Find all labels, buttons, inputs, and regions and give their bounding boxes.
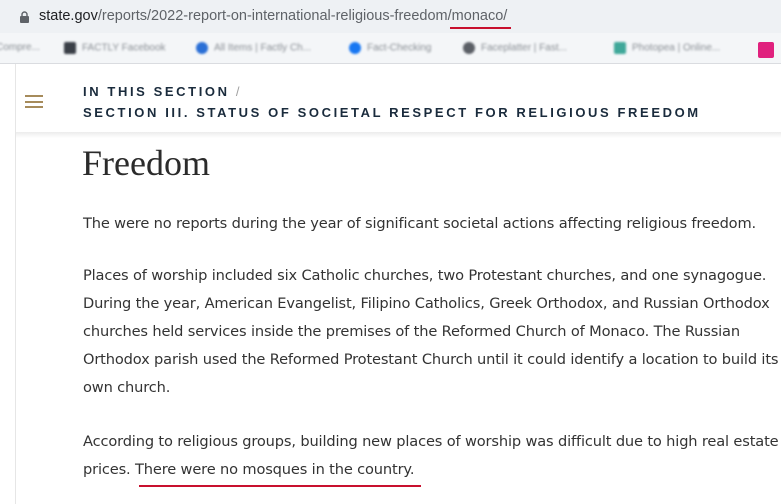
highlighted-sentence: There were no mosques in the country. (135, 461, 415, 478)
menu-icon[interactable] (25, 95, 43, 108)
url-host: state.gov (39, 8, 98, 24)
bookmark-item[interactable]: All Items | Factly Ch... (196, 42, 311, 56)
bookmark-item[interactable]: FACTLY Facebook (64, 42, 166, 56)
section-label-text: IN THIS SECTION (83, 84, 230, 99)
globe-icon (463, 42, 475, 54)
url-text[interactable]: state.gov/reports/2022-report-on-interna… (39, 8, 507, 24)
factly-icon (64, 42, 76, 54)
lock-icon (20, 11, 29, 23)
bookmark-label: Compre... (0, 42, 40, 53)
breadcrumb-separator: / (235, 84, 243, 99)
photopea-icon (614, 42, 626, 54)
bookmarks-bar: Compre... FACTLY Facebook All Items | Fa… (0, 33, 781, 64)
c-icon (196, 42, 208, 54)
paragraph-2: Places of worship included six Catholic … (83, 267, 779, 396)
address-bar[interactable]: state.gov/reports/2022-report-on-interna… (0, 0, 781, 33)
text-annotation-underline (139, 485, 421, 487)
bookmark-item[interactable]: Compre... (0, 42, 40, 56)
bookmark-label: FACTLY Facebook (82, 42, 166, 54)
section-title[interactable]: SECTION III. STATUS OF SOCIETAL RESPECT … (83, 105, 701, 120)
bookmark-label: All Items | Factly Ch... (214, 42, 312, 54)
page-heading: Freedom (82, 143, 210, 183)
bookmark-label: Faceplatter | Fast... (481, 42, 567, 54)
header-shadow (16, 132, 781, 138)
paragraph-1: The were no reports during the year of s… (83, 215, 757, 232)
section-label: IN THIS SECTION / (83, 84, 242, 99)
paragraph-3: According to religious groups, building … (83, 428, 781, 484)
pink-app-icon (758, 42, 774, 58)
bookmark-label: Photopea | Online... (632, 42, 721, 54)
url-tail: monaco/ (451, 8, 508, 24)
bookmark-item[interactable]: Photopea | Online... (614, 42, 720, 56)
url-annotation-underline (450, 27, 511, 29)
bookmark-label: Fact-Checking (367, 42, 432, 54)
facebook-icon (349, 42, 361, 54)
bookmark-item[interactable] (758, 42, 780, 58)
bookmark-item[interactable]: Faceplatter | Fast... (463, 42, 567, 56)
page-left-border (15, 64, 16, 504)
url-path: /reports/2022-report-on-international-re… (97, 8, 452, 24)
bookmark-item[interactable]: Fact-Checking (349, 42, 431, 56)
